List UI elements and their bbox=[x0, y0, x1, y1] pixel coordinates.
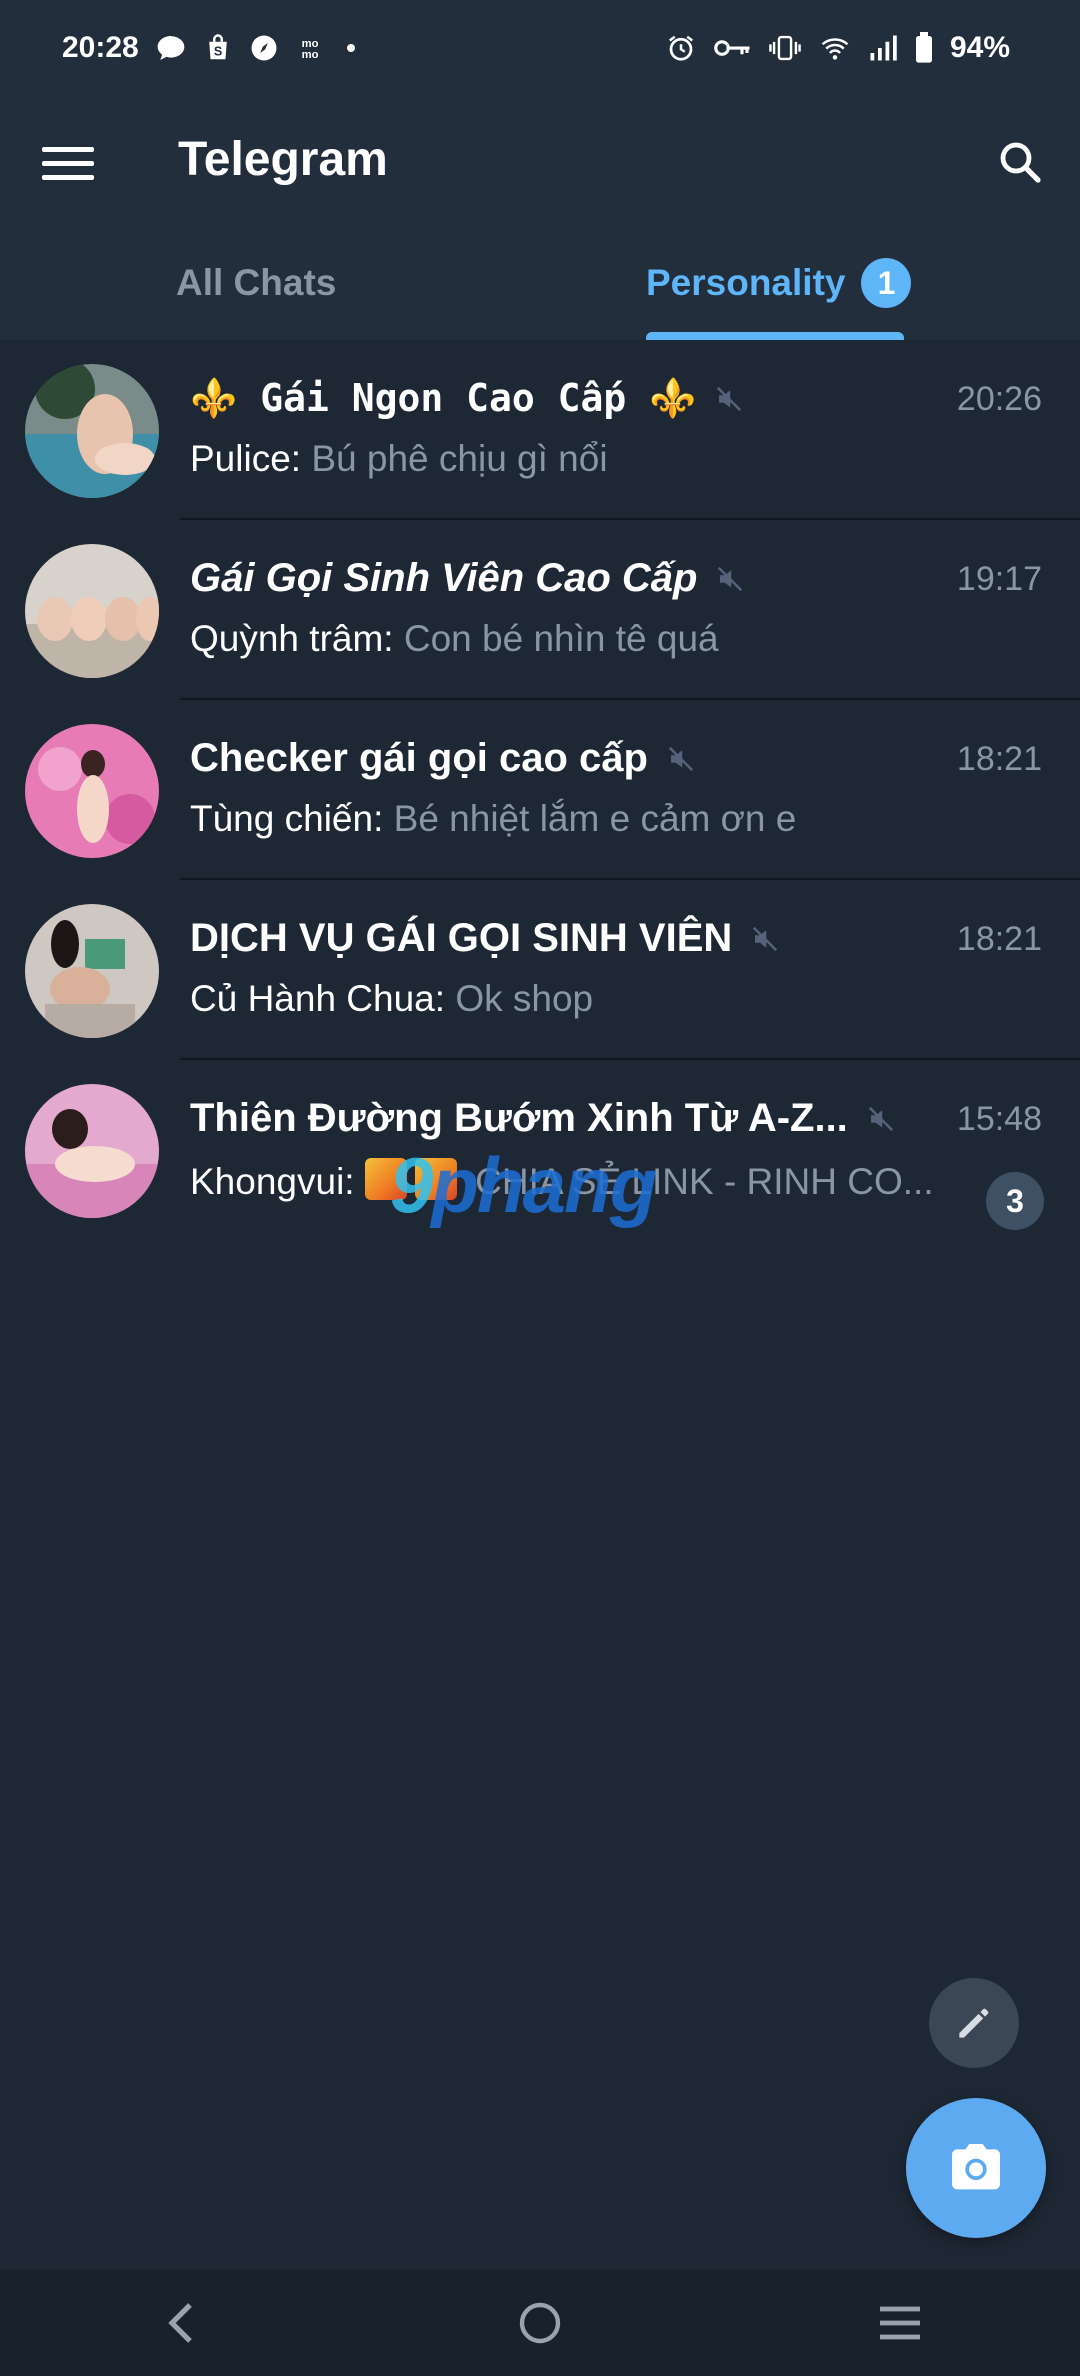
home-icon bbox=[519, 2302, 561, 2344]
status-right: 94% bbox=[666, 31, 1010, 65]
message-icon bbox=[155, 32, 187, 64]
chat-name: Gái Gọi Sinh Viên Cao Cấp bbox=[190, 556, 745, 601]
preview-sender: Tùng chiến: bbox=[190, 798, 384, 839]
tab-personality[interactable]: Personality 1 bbox=[646, 226, 912, 340]
compass-icon bbox=[249, 33, 279, 63]
watermark-text: phang bbox=[431, 1141, 657, 1229]
recents-button[interactable] bbox=[855, 2278, 945, 2368]
alarm-icon bbox=[666, 33, 696, 63]
status-bar: 20:28 S mo mo 94% bbox=[0, 0, 1080, 96]
chat-name-text: DỊCH VỤ GÁI GỌI SINH VIÊN bbox=[190, 916, 733, 960]
chat-preview: Pulice: Bú phê chịu gì nổi bbox=[190, 438, 608, 480]
hamburger-icon bbox=[42, 147, 94, 180]
mute-icon bbox=[715, 564, 745, 594]
chat-time: 19:17 bbox=[956, 560, 1042, 598]
chat-preview: Quỳnh trâm: Con bé nhìn tê quá bbox=[190, 618, 719, 660]
avatar bbox=[25, 364, 159, 498]
preview-sender: Pulice: bbox=[190, 438, 302, 479]
mute-icon bbox=[666, 744, 696, 774]
chat-name: ⚜️ Gái Ngon Cao Cấp ⚜️ bbox=[190, 376, 744, 421]
tab-unread-badge: 1 bbox=[861, 258, 912, 308]
chat-item[interactable]: DỊCH VỤ GÁI GỌI SINH VIÊN 18:21 Củ Hành … bbox=[0, 880, 1080, 1060]
tab-all-chats[interactable]: All Chats bbox=[176, 226, 336, 340]
system-nav-bar bbox=[0, 2270, 1080, 2376]
preview-message: Bú phê chịu gì nổi bbox=[311, 438, 608, 479]
pencil-icon bbox=[959, 2008, 989, 2038]
signal-icon bbox=[868, 33, 898, 63]
chat-name-text: ⚜️ Gái Ngon Cao Cấp ⚜️ bbox=[190, 376, 697, 420]
preview-message: Ok shop bbox=[455, 978, 594, 1019]
avatar bbox=[25, 724, 159, 858]
svg-text:S: S bbox=[214, 45, 222, 59]
camera-icon bbox=[952, 2144, 1000, 2190]
camera-button[interactable] bbox=[906, 2098, 1046, 2238]
back-icon bbox=[168, 2303, 192, 2343]
avatar bbox=[25, 544, 159, 678]
chat-time: 20:26 bbox=[956, 380, 1042, 418]
chat-name-text: Gái Gọi Sinh Viên Cao Cấp bbox=[190, 556, 698, 600]
home-button[interactable] bbox=[495, 2278, 585, 2368]
chat-time: 18:21 bbox=[956, 920, 1042, 958]
watermark: 9phang bbox=[390, 1140, 657, 1231]
preview-sender: Củ Hành Chua: bbox=[190, 978, 446, 1019]
avatar bbox=[25, 904, 159, 1038]
preview-message: Con bé nhìn tê quá bbox=[403, 618, 719, 659]
preview-sender: Khongvui: bbox=[190, 1161, 355, 1202]
svg-text:mo: mo bbox=[301, 38, 318, 50]
mute-icon bbox=[750, 924, 780, 954]
tab-label: All Chats bbox=[176, 262, 337, 303]
app-bar: Telegram bbox=[0, 96, 1080, 226]
chat-item[interactable]: ⚜️ Gái Ngon Cao Cấp ⚜️ 20:26 Pulice: Bú … bbox=[0, 340, 1080, 520]
chat-name: Checker gái gọi cao cấp bbox=[190, 736, 696, 781]
search-icon bbox=[1000, 142, 1041, 183]
chat-time: 18:21 bbox=[956, 740, 1042, 778]
chat-time: 15:48 bbox=[956, 1100, 1042, 1138]
unread-count-badge: 3 bbox=[986, 1172, 1044, 1230]
recents-icon bbox=[880, 2306, 920, 2340]
status-left: 20:28 S mo mo bbox=[62, 31, 361, 65]
compose-button[interactable] bbox=[929, 1978, 1019, 2068]
status-time: 20:28 bbox=[62, 31, 139, 64]
avatar bbox=[25, 1084, 159, 1218]
chat-list: ⚜️ Gái Ngon Cao Cấp ⚜️ 20:26 Pulice: Bú … bbox=[0, 340, 1080, 1240]
chat-item[interactable]: Checker gái gọi cao cấp 18:21 Tùng chiến… bbox=[0, 700, 1080, 880]
menu-button[interactable] bbox=[38, 133, 98, 193]
tab-label: Personality bbox=[646, 262, 846, 303]
active-tab-indicator bbox=[646, 332, 904, 340]
battery-icon bbox=[914, 32, 934, 64]
key-icon bbox=[712, 33, 752, 63]
chat-preview: Tùng chiến: Bé nhiệt lắm e cảm ơn e bbox=[190, 798, 796, 840]
mute-icon bbox=[714, 384, 744, 414]
chat-name-text: Thiên Đường Bướm Xinh Từ A-Z... bbox=[190, 1096, 848, 1140]
chat-name-text: Checker gái gọi cao cấp bbox=[190, 736, 648, 780]
wifi-icon bbox=[818, 33, 852, 63]
shop-icon: S bbox=[203, 33, 233, 63]
battery-percent: 94% bbox=[949, 31, 1010, 64]
preview-message: Bé nhiệt lắm e cảm ơn e bbox=[393, 798, 797, 839]
chat-name: Thiên Đường Bướm Xinh Từ A-Z... bbox=[190, 1096, 896, 1141]
folder-tabs: All Chats Personality 1 bbox=[0, 226, 1080, 340]
chat-preview: Củ Hành Chua: Ok shop bbox=[190, 978, 593, 1020]
chat-item[interactable]: Gái Gọi Sinh Viên Cao Cấp 19:17 Quỳnh tr… bbox=[0, 520, 1080, 700]
chat-name: DỊCH VỤ GÁI GỌI SINH VIÊN bbox=[190, 916, 780, 961]
app-title: Telegram bbox=[178, 133, 388, 186]
vibrate-icon bbox=[768, 33, 802, 63]
preview-sender: Quỳnh trâm: bbox=[190, 618, 394, 659]
search-button[interactable] bbox=[988, 130, 1052, 194]
momo-icon: mo mo bbox=[295, 33, 325, 63]
watermark-accent: 9 bbox=[390, 1141, 433, 1229]
mute-icon bbox=[866, 1104, 896, 1134]
dot-icon bbox=[341, 38, 361, 58]
back-button[interactable] bbox=[135, 2278, 225, 2368]
svg-text:mo: mo bbox=[301, 49, 318, 61]
